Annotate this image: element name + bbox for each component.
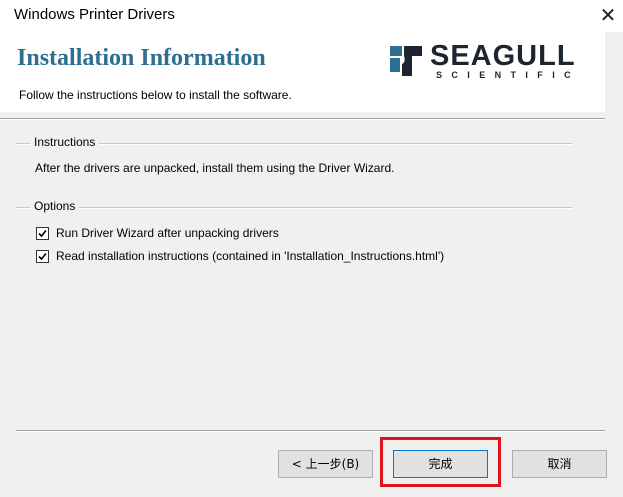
- checkmark-icon: [38, 229, 47, 237]
- page-subtitle: Follow the instructions below to install…: [19, 88, 292, 102]
- run-driver-wizard-checkbox[interactable]: [36, 226, 49, 240]
- wizard-header: Installation Information Follow the inst…: [0, 32, 605, 112]
- run-driver-wizard-label: Run Driver Wizard after unpacking driver…: [56, 226, 279, 240]
- instructions-group-line: [16, 143, 572, 145]
- instructions-text: After the drivers are unpacked, install …: [35, 161, 395, 175]
- header-divider: [0, 118, 605, 120]
- highlight-box: [380, 437, 501, 487]
- option-read-instructions[interactable]: Read installation instructions (containe…: [36, 248, 444, 264]
- read-instructions-label: Read installation instructions (containe…: [56, 249, 445, 263]
- options-group-line: [16, 207, 572, 209]
- instructions-group-label: Instructions: [30, 135, 100, 149]
- seagull-logo: SEAGULL SCIENTIFIC: [388, 40, 588, 82]
- cancel-button[interactable]: 取消: [512, 450, 607, 478]
- checkmark-icon: [38, 252, 47, 260]
- window-title: Windows Printer Drivers: [14, 6, 175, 23]
- option-run-driver-wizard[interactable]: Run Driver Wizard after unpacking driver…: [36, 225, 279, 241]
- back-button[interactable]: < 上一步(B): [278, 450, 373, 478]
- read-instructions-checkbox[interactable]: [36, 249, 49, 263]
- logo-brand-text: SEAGULL: [430, 40, 576, 72]
- options-group-label: Options: [30, 199, 80, 213]
- page-title: Installation Information: [17, 45, 266, 71]
- footer-divider: [16, 430, 605, 432]
- seagull-logo-mark: [390, 46, 422, 76]
- close-icon[interactable]: ✕: [596, 3, 620, 27]
- logo-sub-text: SCIENTIFIC: [436, 70, 581, 80]
- title-bar: Windows Printer Drivers ✕: [0, 0, 623, 32]
